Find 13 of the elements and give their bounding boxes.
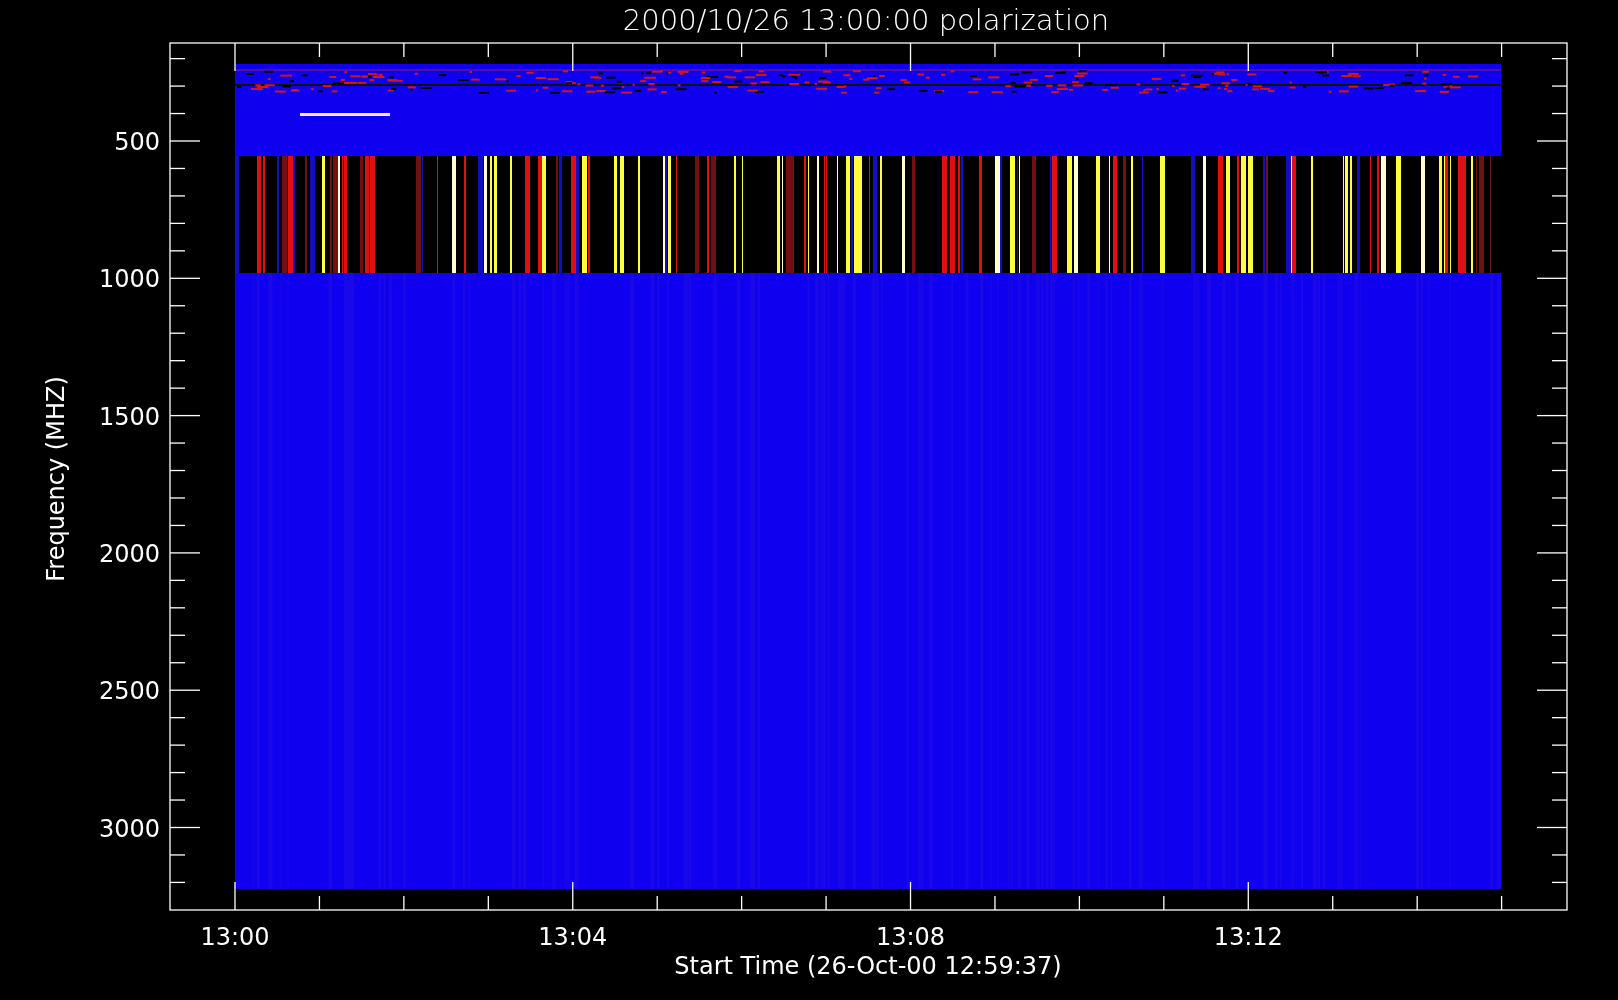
y-tick-label: 2500 — [98, 677, 160, 706]
x-tick-label: 13:12 — [1213, 923, 1283, 951]
x-tick-label: 13:00 — [200, 923, 270, 951]
y-tick-label: 500 — [114, 128, 160, 156]
x-tick-label: 13:04 — [538, 923, 608, 951]
y-tick-label: 3000 — [98, 814, 160, 843]
y-tick-label: 1500 — [98, 402, 160, 431]
plot-title: 2000/10/26 13:00:00 polarization — [622, 3, 1110, 37]
y-tick-label: 2000 — [98, 539, 160, 568]
x-tick-label: 13:08 — [875, 923, 946, 951]
y-tick-label: 1000 — [98, 265, 160, 294]
x-axis-label: Start Time (26-Oct-00 12:59:37) — [674, 952, 1062, 980]
y-axis-label: Frequency (MHZ) — [42, 376, 70, 582]
